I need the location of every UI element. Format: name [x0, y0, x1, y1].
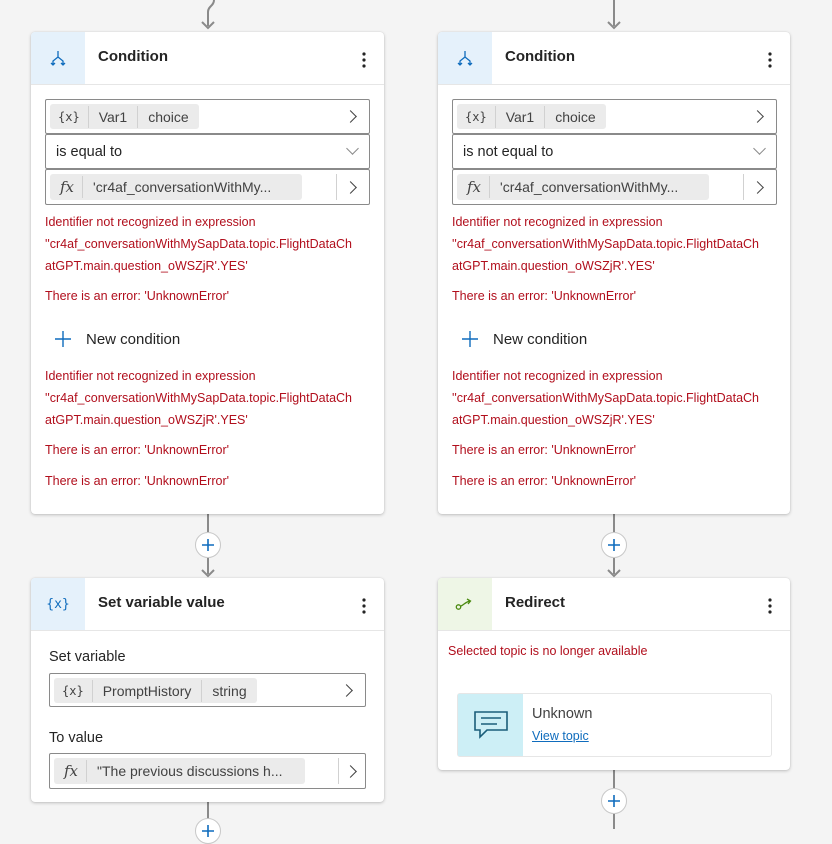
- error-message: Identifier not recognized in expression …: [452, 215, 759, 303]
- fx-icon: fx: [467, 178, 482, 196]
- expression-value: 'cr4af_conversationWithMy...: [93, 179, 272, 195]
- add-node-button-left[interactable]: [195, 532, 221, 558]
- expression-value: 'cr4af_conversationWithMy...: [500, 179, 679, 195]
- variable-chip: {x} Var1 choice: [50, 104, 199, 129]
- connector-bottom-right-tail: [613, 814, 615, 829]
- error-message: Identifier not recognized in expression …: [452, 369, 759, 488]
- expression-field[interactable]: fx 'cr4af_conversationWithMy...: [452, 169, 777, 205]
- add-icon: [462, 331, 478, 347]
- add-icon: [608, 539, 620, 551]
- add-icon: [202, 825, 214, 837]
- branch-icon: [31, 32, 85, 84]
- connector-bottom-right: [613, 770, 615, 788]
- operator-value: is equal to: [56, 144, 123, 160]
- operator-value: is not equal to: [463, 144, 554, 160]
- expression-field[interactable]: fx 'cr4af_conversationWithMy...: [45, 169, 370, 205]
- error-message: Selected topic is no longer available: [448, 644, 648, 658]
- chevron-right-icon: [344, 181, 357, 194]
- new-condition-label: New condition: [86, 330, 181, 348]
- chevron-right-icon: [344, 110, 357, 123]
- variable-type: string: [212, 682, 247, 699]
- expression-chip: fx 'cr4af_conversationWithMy...: [457, 174, 709, 200]
- fx-icon: fx: [60, 178, 75, 196]
- to-value-label: To value: [49, 730, 104, 746]
- more-vertical-icon[interactable]: [760, 594, 780, 618]
- operator-dropdown[interactable]: is not equal to: [452, 134, 777, 169]
- add-node-button-bottom-left[interactable]: [195, 818, 221, 844]
- card-header: Condition: [31, 32, 384, 85]
- card-header: Redirect: [438, 578, 790, 631]
- more-vertical-icon[interactable]: [760, 48, 780, 72]
- add-icon: [608, 795, 620, 807]
- value-expression-field[interactable]: fx "The previous discussions h...: [49, 753, 366, 789]
- connector-top-right: [607, 0, 621, 30]
- variable-chip: {x} PromptHistory string: [54, 678, 257, 703]
- add-icon: [55, 331, 71, 347]
- redirect-icon: [438, 578, 492, 630]
- condition-card-left[interactable]: Condition {x} Var1 choice is equal to fx…: [31, 32, 384, 514]
- condition-card-right[interactable]: Condition {x} Var1 choice is not equal t…: [438, 32, 790, 514]
- add-node-button-right[interactable]: [601, 532, 627, 558]
- card-header: Condition: [438, 32, 790, 85]
- branch-icon: [438, 32, 492, 84]
- add-icon: [202, 539, 214, 551]
- set-variable-label: Set variable: [49, 649, 126, 665]
- variable-name: Var1: [98, 108, 128, 125]
- topic-tile[interactable]: Unknown View topic: [457, 693, 772, 757]
- chevron-right-icon: [344, 765, 357, 778]
- new-condition-label: New condition: [493, 330, 588, 348]
- expression-chip: fx 'cr4af_conversationWithMy...: [50, 174, 302, 200]
- variable-selector[interactable]: {x} Var1 choice: [452, 99, 777, 134]
- chevron-down-icon: [753, 142, 766, 155]
- expression-value: "The previous discussions h...: [97, 763, 283, 779]
- chevron-down-icon: [346, 142, 359, 155]
- chevron-right-icon: [751, 110, 764, 123]
- card-title: Set variable value: [98, 594, 225, 611]
- expression-chip: fx "The previous discussions h...: [54, 758, 305, 784]
- variable-type: choice: [148, 108, 189, 125]
- card-title: Redirect: [505, 594, 566, 611]
- operator-dropdown[interactable]: is equal to: [45, 134, 370, 169]
- chevron-right-icon: [340, 684, 353, 697]
- chevron-right-icon: [751, 181, 764, 194]
- variable-name: PromptHistory: [102, 682, 192, 699]
- view-topic-link[interactable]: View topic: [532, 729, 589, 743]
- variable-icon: {x}: [62, 683, 84, 698]
- variable-chip: {x} Var1 choice: [457, 104, 606, 129]
- new-condition-button[interactable]: New condition: [460, 329, 587, 349]
- set-variable-card[interactable]: {x} Set variable value Set variable {x} …: [31, 578, 384, 802]
- more-vertical-icon[interactable]: [354, 48, 374, 72]
- fx-icon: fx: [64, 762, 79, 780]
- error-message: Identifier not recognized in expression …: [45, 215, 352, 303]
- topic-name: Unknown: [532, 706, 593, 722]
- add-node-button-bottom-right[interactable]: [601, 788, 627, 814]
- connector-top-left: [201, 0, 215, 30]
- redirect-card[interactable]: Redirect Selected topic is no longer ava…: [438, 578, 790, 770]
- more-vertical-icon[interactable]: [354, 594, 374, 618]
- new-condition-button[interactable]: New condition: [53, 329, 180, 349]
- variable-type: choice: [555, 108, 596, 125]
- card-title: Condition: [505, 48, 575, 65]
- variable-name: Var1: [505, 108, 535, 125]
- variable-icon: {x}: [31, 578, 85, 630]
- card-header: {x} Set variable value: [31, 578, 384, 631]
- error-message: Identifier not recognized in expression …: [45, 369, 352, 488]
- variable-selector[interactable]: {x} Var1 choice: [45, 99, 370, 134]
- card-title: Condition: [98, 48, 168, 65]
- variable-icon: {x}: [465, 109, 487, 124]
- chat-message-icon: [458, 694, 523, 756]
- variable-selector[interactable]: {x} PromptHistory string: [49, 673, 366, 707]
- variable-icon: {x}: [58, 109, 80, 124]
